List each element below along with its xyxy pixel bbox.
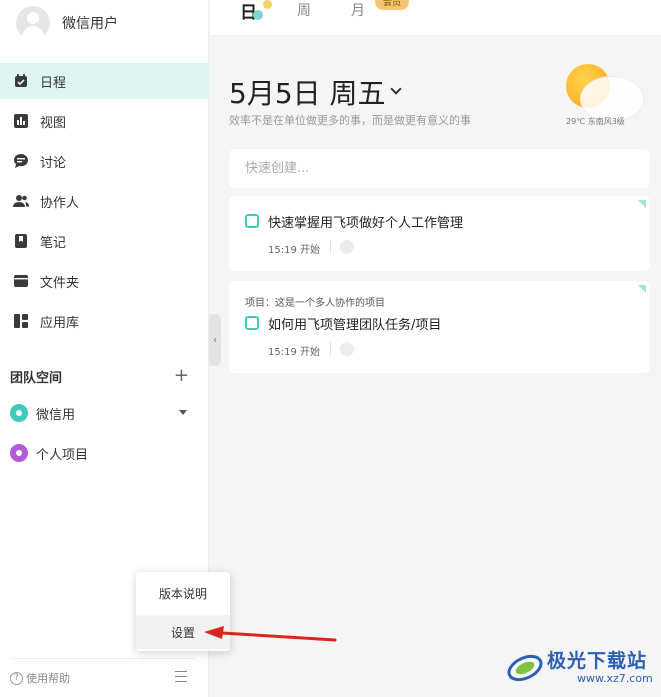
sidebar-item-collaborators[interactable]: 协作人 — [0, 183, 209, 219]
sidebar-item-views[interactable]: 视图 — [0, 103, 209, 139]
divider — [330, 240, 331, 254]
date-selector[interactable]: 5月5日 周五 — [229, 72, 402, 112]
menu-icon[interactable] — [175, 671, 187, 682]
task-time: 15:19 开始 — [268, 245, 320, 256]
folder-icon — [12, 272, 30, 290]
people-icon — [12, 192, 30, 210]
help-link[interactable]: ? 使用帮助 — [10, 670, 70, 686]
task-checkbox[interactable] — [245, 316, 259, 330]
avatar — [16, 6, 50, 40]
chart-icon — [12, 112, 30, 130]
sidebar-nav: 日程 视图 讨论 协作人 笔记 文件夹 应用库 — [0, 63, 209, 343]
sidebar-item-discussion[interactable]: 讨论 — [0, 143, 209, 179]
view-tabs-bar: 日 周 月 会员 — [210, 0, 661, 36]
sidebar-item-label: 协作人 — [40, 195, 80, 211]
team-item-label: 微信用 — [36, 407, 76, 423]
assignee-avatar-icon[interactable] — [340, 240, 354, 254]
sidebar-item-folders[interactable]: 文件夹 — [0, 263, 209, 299]
aurora-logo-icon — [507, 654, 543, 682]
team-item-label: 个人项目 — [36, 447, 89, 463]
task-project: 项目：这是一个多人协作的项目 — [245, 298, 385, 309]
teal-dot-icon — [253, 10, 263, 20]
task-title: 快速掌握用飞项做好个人工作管理 — [268, 216, 464, 231]
team-space-title: 团队空间 — [10, 370, 63, 386]
help-label: 使用帮助 — [26, 672, 70, 685]
red-arrow-annotation — [204, 626, 337, 642]
project-color-icon — [10, 444, 28, 462]
watermark-url: www.xz7.com — [577, 672, 653, 685]
sidebar-item-label: 笔记 — [40, 235, 67, 251]
task-card[interactable]: 快速掌握用飞项做好个人工作管理 15:19 开始 — [229, 196, 650, 271]
sidebar-item-notes[interactable]: 笔记 — [0, 223, 209, 259]
footer-divider — [10, 658, 195, 659]
page-title: 5月5日 周五 — [229, 77, 386, 110]
weather-icon — [562, 62, 644, 122]
watermark: 极光下载站 www.xz7.com — [505, 642, 655, 692]
help-icon: ? — [10, 671, 23, 685]
motto-text: 效率不是在单位做更多的事，而是做更有意义的事 — [229, 114, 471, 127]
weather-text: 29℃ 东南风3级 — [566, 117, 625, 126]
chevron-down-icon — [389, 83, 402, 95]
task-checkbox[interactable] — [245, 214, 259, 228]
bookmark-icon — [12, 232, 30, 250]
task-time: 15:19 开始 — [268, 347, 320, 358]
team-color-icon — [10, 404, 28, 422]
corner-flag-icon — [638, 285, 646, 293]
calendar-icon — [12, 72, 30, 90]
corner-flag-icon — [638, 200, 646, 208]
task-title: 如何用飞项管理团队任务/项目 — [268, 318, 442, 333]
chat-icon — [12, 152, 30, 170]
sidebar-item-schedule[interactable]: 日程 — [0, 63, 209, 99]
task-card[interactable]: 项目：这是一个多人协作的项目 如何用飞项管理团队任务/项目 15:19 开始 — [229, 281, 650, 373]
sidebar-item-label: 讨论 — [40, 155, 67, 171]
tab-week[interactable]: 周 — [297, 0, 311, 20]
sidebar-item-label: 日程 — [40, 75, 67, 91]
quick-create-input[interactable] — [229, 149, 650, 188]
team-item-personal-project[interactable]: 个人项目 — [0, 441, 209, 465]
sidebar-item-label: 视图 — [40, 115, 67, 131]
sidebar-item-label: 文件夹 — [40, 275, 80, 291]
chevron-left-icon: ‹ — [213, 334, 217, 346]
watermark-title: 极光下载站 — [547, 650, 648, 672]
tab-month[interactable]: 月 — [351, 0, 365, 20]
sidebar-item-label: 应用库 — [40, 315, 80, 331]
grid-icon — [12, 312, 30, 330]
menu-item-release-notes[interactable]: 版本说明 — [136, 576, 230, 610]
vip-badge: 会员 — [375, 0, 410, 10]
sun-dot-icon — [263, 0, 272, 9]
team-space-header: 团队空间 + — [0, 366, 209, 386]
team-item-wechat[interactable]: 微信用 — [0, 401, 209, 425]
assignee-avatar-icon[interactable] — [340, 342, 354, 356]
sidebar-item-app-library[interactable]: 应用库 — [0, 303, 209, 339]
user-profile[interactable]: 微信用户 — [16, 6, 118, 40]
user-name: 微信用户 — [62, 16, 118, 32]
chevron-down-icon[interactable] — [179, 410, 187, 415]
add-team-button[interactable]: + — [174, 366, 189, 386]
divider — [330, 342, 331, 356]
sidebar-collapse-handle[interactable]: ‹ — [209, 314, 221, 366]
